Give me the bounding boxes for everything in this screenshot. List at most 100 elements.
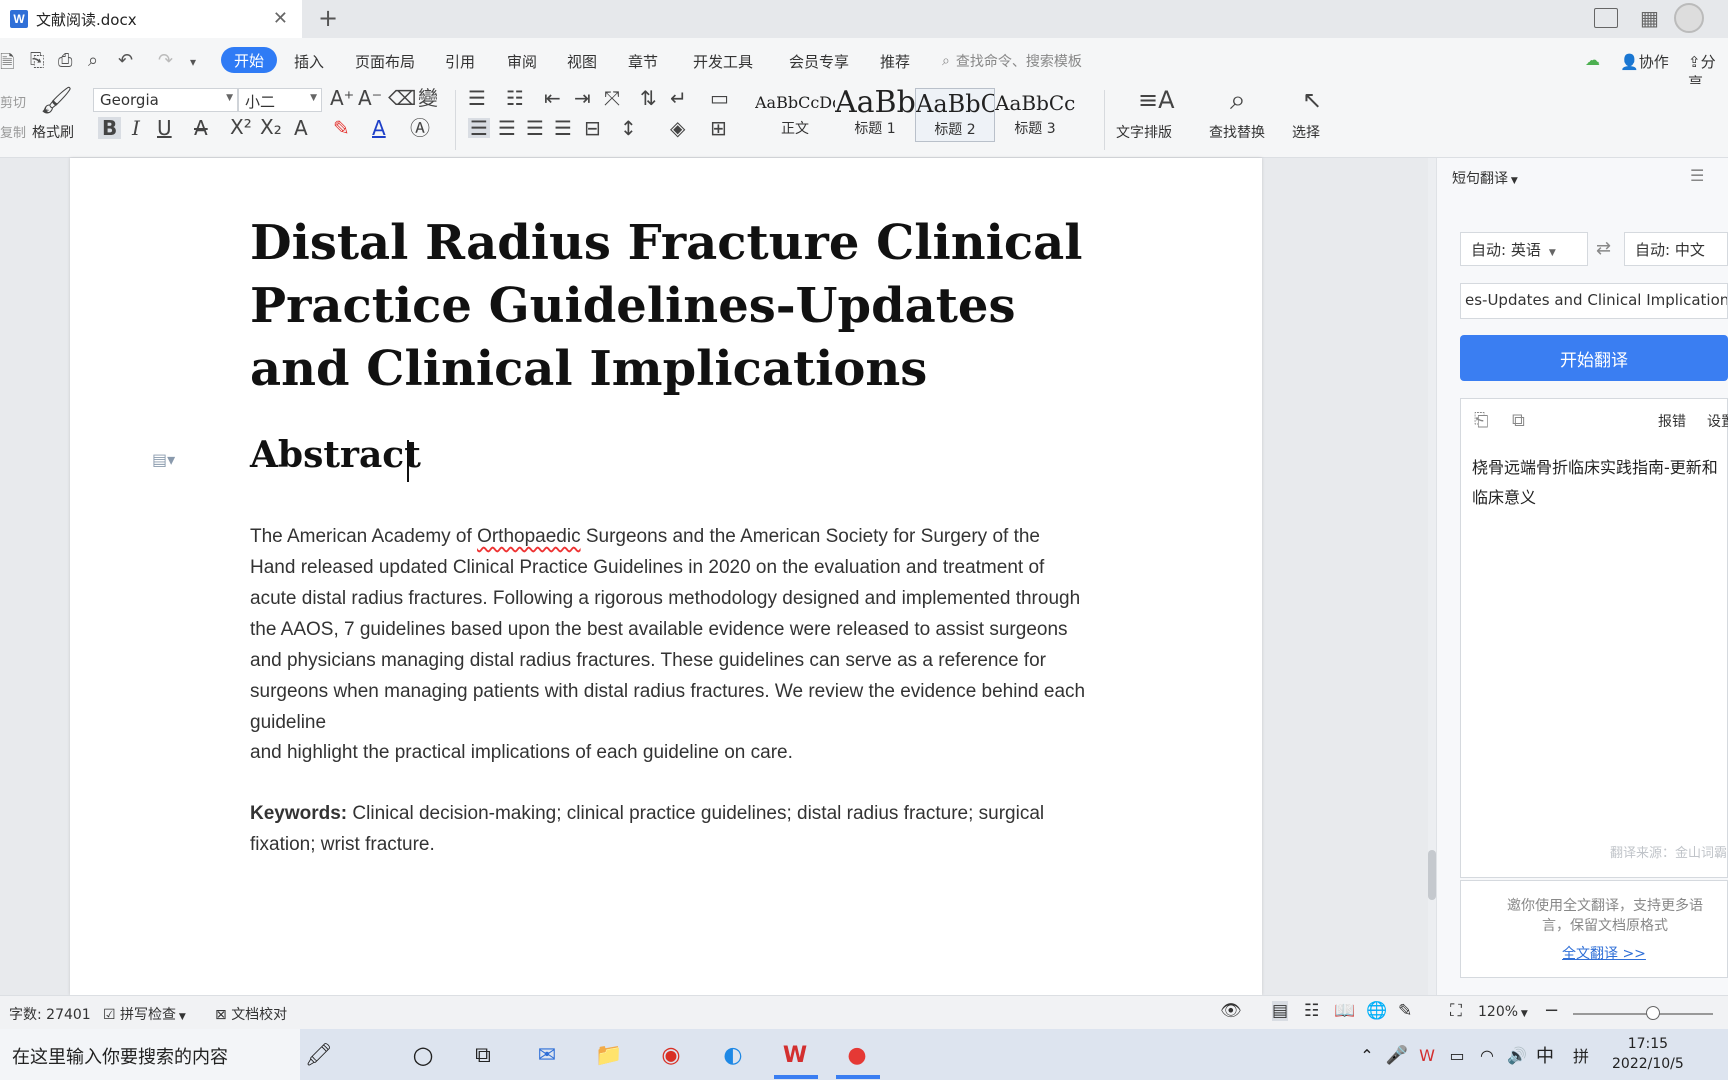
- numbered-list-icon[interactable]: ☷: [506, 88, 524, 108]
- abstract-paragraph-continued[interactable]: and highlight the practical implications…: [250, 737, 1090, 768]
- document-tab[interactable]: W 文献阅读.docx ✕: [0, 0, 302, 38]
- command-search[interactable]: ⌕ 查找命令、搜索模板: [942, 51, 1082, 71]
- style-normal[interactable]: AaBbCcDd 正文: [755, 88, 835, 142]
- word-count[interactable]: 字数: 27401: [9, 1004, 91, 1024]
- highlight-icon[interactable]: ✎: [333, 118, 350, 138]
- font-size-select[interactable]: 小二 ▼: [238, 88, 322, 112]
- menu-tab-view[interactable]: 视图: [567, 51, 597, 72]
- menu-tab-page-layout[interactable]: 页面布局: [355, 51, 415, 72]
- zoom-out-icon[interactable]: −: [1544, 1000, 1559, 1021]
- source-language-select[interactable]: 自动: 英语 ▼: [1460, 232, 1588, 266]
- document-title[interactable]: Distal Radius Fracture Clinical Practice…: [250, 212, 1130, 401]
- clear-format-icon[interactable]: ⌫: [388, 88, 416, 108]
- strikethrough-icon[interactable]: A: [194, 118, 208, 138]
- ime-mode-indicator[interactable]: 中: [1528, 1038, 1562, 1072]
- keywords-paragraph[interactable]: Keywords: Clinical decision-making; clin…: [250, 798, 1090, 860]
- style-heading-3[interactable]: AaBbCcI 标题 3: [995, 88, 1075, 142]
- menu-tab-start[interactable]: 开始: [221, 47, 277, 73]
- fit-page-icon[interactable]: ⛶: [1450, 1001, 1462, 1021]
- outline-view-icon[interactable]: ☷: [1304, 1001, 1319, 1021]
- find-replace-button[interactable]: 查找替换: [1209, 122, 1265, 142]
- eye-protect-icon[interactable]: 👁: [1220, 1001, 1242, 1021]
- microphone-icon[interactable]: 🎤: [1380, 1038, 1414, 1072]
- system-clock[interactable]: 17:15 2022/10/5: [1612, 1034, 1684, 1074]
- menu-tab-references[interactable]: 引用: [445, 51, 475, 72]
- justify-icon[interactable]: ☰: [554, 118, 572, 138]
- edge-icon[interactable]: ◐: [716, 1038, 750, 1072]
- copy-button[interactable]: 复制: [0, 122, 26, 141]
- align-left-icon[interactable]: ☰: [468, 118, 490, 138]
- zoom-select[interactable]: 120% ▼: [1478, 1004, 1528, 1020]
- abstract-heading[interactable]: Abstract: [250, 434, 421, 476]
- save-icon[interactable]: 🗎: [0, 50, 14, 80]
- align-right-icon[interactable]: ☰: [526, 118, 544, 138]
- menu-tab-insert[interactable]: 插入: [294, 51, 324, 72]
- target-language-select[interactable]: 自动: 中文: [1624, 232, 1728, 266]
- sort-icon[interactable]: ⇅: [640, 88, 657, 108]
- distribute-icon[interactable]: ⊟: [584, 118, 601, 138]
- spell-check-button[interactable]: ☑ 拼写检查 ▼: [103, 1004, 186, 1024]
- format-painter-label[interactable]: 格式刷: [32, 122, 74, 142]
- spell-error-word[interactable]: Orthopaedic: [477, 526, 581, 547]
- cloud-sync-icon[interactable]: ☁: [1585, 51, 1600, 69]
- redo-icon[interactable]: ↷: [158, 50, 173, 71]
- format-painter-icon[interactable]: 🖌: [40, 88, 73, 114]
- battery-icon[interactable]: ▭: [1440, 1038, 1474, 1072]
- web-view-icon[interactable]: 🌐: [1366, 1001, 1387, 1021]
- print-preview-icon[interactable]: ⌕: [88, 50, 98, 71]
- superscript-icon[interactable]: X²: [230, 117, 252, 137]
- char-border-icon[interactable]: Ⓐ: [410, 118, 430, 138]
- line-spacing-icon[interactable]: ↕: [620, 118, 637, 138]
- chrome-icon[interactable]: ◉: [654, 1038, 688, 1072]
- font-name-select[interactable]: Georgia ▼: [93, 88, 238, 112]
- zoom-slider-handle[interactable]: [1645, 1006, 1660, 1020]
- shrink-font-icon[interactable]: A⁻: [358, 88, 382, 108]
- user-avatar[interactable]: [1674, 3, 1704, 33]
- read-view-icon[interactable]: 📖: [1334, 1001, 1355, 1021]
- window-layout-icon[interactable]: [1594, 8, 1618, 28]
- paragraph-handle-icon[interactable]: ▤▾: [152, 450, 175, 469]
- menu-tab-recommend[interactable]: 推荐: [880, 51, 910, 72]
- bullet-list-icon[interactable]: ☰: [468, 88, 486, 108]
- menu-tab-developer[interactable]: 开发工具: [693, 51, 753, 72]
- taskbar-search[interactable]: 在这里输入你要搜索的内容: [0, 1029, 300, 1080]
- new-tab-button[interactable]: +: [318, 4, 338, 32]
- menu-icon[interactable]: ☰: [1690, 166, 1704, 185]
- recorder-icon[interactable]: ●: [840, 1038, 874, 1072]
- style-heading-2[interactable]: AaBbC 标题 2: [915, 88, 995, 142]
- abstract-paragraph[interactable]: The American Academy of Orthopaedic Surg…: [250, 521, 1090, 738]
- menu-tab-chapter[interactable]: 章节: [628, 51, 658, 72]
- export-icon[interactable]: ⎘: [30, 50, 44, 71]
- page-view-icon[interactable]: ▤: [1272, 1001, 1289, 1021]
- shading-icon[interactable]: ◈: [670, 118, 685, 138]
- text-effect-icon[interactable]: A: [294, 118, 308, 138]
- copy-icon[interactable]: ⧉: [1512, 410, 1525, 431]
- find-icon[interactable]: ⌕: [1230, 86, 1246, 114]
- font-color-icon[interactable]: A: [372, 118, 386, 138]
- translate-input[interactable]: es-Updates and Clinical Implications: [1460, 283, 1728, 319]
- wps-tray-icon[interactable]: W: [1410, 1038, 1444, 1072]
- collab-button[interactable]: 👤协作: [1620, 51, 1669, 72]
- italic-icon[interactable]: I: [132, 118, 140, 138]
- full-translate-link[interactable]: 全文翻译 >>: [1562, 943, 1646, 963]
- start-translate-button[interactable]: 开始翻译: [1460, 335, 1728, 381]
- undo-icon[interactable]: ↶: [118, 50, 133, 71]
- cortana-icon[interactable]: ○: [406, 1038, 440, 1072]
- scrollbar-thumb[interactable]: [1428, 850, 1436, 900]
- task-view-icon[interactable]: ⧉: [466, 1038, 500, 1072]
- borders-icon[interactable]: ⊞: [710, 118, 727, 138]
- cut-button[interactable]: 剪切: [0, 92, 26, 111]
- ime-pinyin-indicator[interactable]: 拼: [1564, 1038, 1598, 1072]
- show-marks-icon[interactable]: ↵: [670, 88, 687, 108]
- menu-tab-review[interactable]: 审阅: [507, 51, 537, 72]
- file-explorer-icon[interactable]: 📁: [592, 1038, 626, 1072]
- wifi-icon[interactable]: ◠: [1470, 1038, 1504, 1072]
- decrease-indent-icon[interactable]: ⇤: [544, 88, 561, 108]
- select-cursor-icon[interactable]: ↖: [1302, 88, 1322, 112]
- text-layout-button[interactable]: 文字排版: [1116, 122, 1172, 142]
- chinese-layout-icon[interactable]: ⤧: [604, 88, 620, 108]
- select-button[interactable]: 选择: [1292, 122, 1320, 142]
- print-icon[interactable]: ⎙: [58, 50, 72, 71]
- bold-icon[interactable]: B: [98, 117, 122, 139]
- grid-apps-icon[interactable]: ▦: [1640, 6, 1659, 30]
